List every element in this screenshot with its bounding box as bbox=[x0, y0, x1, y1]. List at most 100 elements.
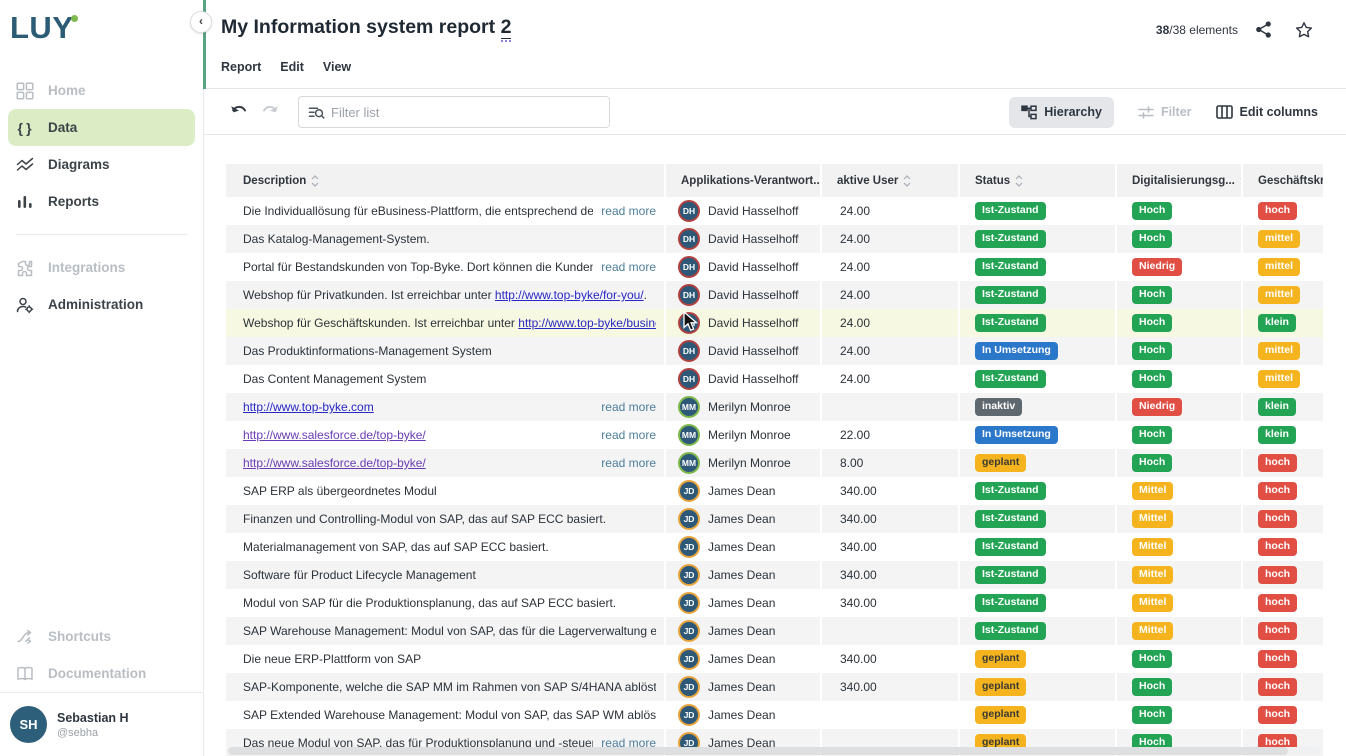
read-more-link[interactable]: read more bbox=[601, 428, 656, 442]
digitalisierung-cell: Hoch bbox=[1115, 337, 1241, 365]
menu-view[interactable]: View bbox=[323, 60, 351, 74]
table-row[interactable]: SAP ERP als übergeordnetes Modul JD Jame… bbox=[226, 477, 1323, 505]
owner-avatar[interactable]: DH bbox=[678, 284, 700, 306]
table-row[interactable]: Finanzen und Controlling-Modul von SAP, … bbox=[226, 505, 1323, 533]
table-row[interactable]: Materialmanagement von SAP, das auf SAP … bbox=[226, 533, 1323, 561]
table-row[interactable]: Das Produktinformations-Management Syste… bbox=[226, 337, 1323, 365]
description-link[interactable]: http://www.top-byke.com bbox=[243, 400, 374, 414]
sidebar-collapse-button[interactable]: ‹ bbox=[190, 11, 212, 33]
sort-icon[interactable] bbox=[311, 175, 319, 187]
owner-avatar[interactable]: JD bbox=[678, 564, 700, 586]
active-users-value: 22.00 bbox=[840, 428, 870, 442]
description-link[interactable]: http://www.salesforce.de/top-byke/ bbox=[243, 428, 426, 442]
owner-avatar[interactable]: JD bbox=[678, 480, 700, 502]
sidebar-item-label: Administration bbox=[48, 297, 143, 312]
owner-avatar[interactable]: JD bbox=[678, 508, 700, 530]
horizontal-scrollbar[interactable] bbox=[228, 747, 1321, 755]
table-row[interactable]: SAP-Komponente, welche die SAP MM im Rah… bbox=[226, 673, 1323, 701]
owner-avatar[interactable]: JD bbox=[678, 648, 700, 670]
table-row[interactable]: Die neue ERP-Plattform von SAP JD James … bbox=[226, 645, 1323, 673]
column-header-active-users[interactable]: aktive User bbox=[820, 164, 958, 197]
owner-avatar[interactable]: MM bbox=[678, 452, 700, 474]
read-more-link[interactable]: read more bbox=[601, 260, 656, 274]
table-row[interactable]: SAP Extended Warehouse Management: Modul… bbox=[226, 701, 1323, 729]
user-avatar[interactable]: SH bbox=[10, 706, 47, 743]
sidebar-item-diagrams[interactable]: Diagrams bbox=[8, 146, 195, 183]
page-title-number[interactable]: 2 bbox=[501, 16, 512, 39]
sidebar-item-shortcuts[interactable]: Shortcuts bbox=[8, 618, 195, 655]
status-badge: Ist-Zustand bbox=[975, 482, 1046, 500]
favorite-star-icon[interactable] bbox=[1294, 20, 1314, 40]
undo-icon[interactable] bbox=[230, 103, 249, 118]
sidebar-item-home[interactable]: Home bbox=[8, 72, 195, 109]
column-header-geschaeftskritikalitaet[interactable]: Geschäftskritik bbox=[1241, 164, 1323, 197]
table-row[interactable]: http://www.salesforce.de/top-byke/ read … bbox=[226, 421, 1323, 449]
description-text: Portal für Bestandskunden von Top-Byke. … bbox=[243, 260, 593, 274]
status-cell: geplant bbox=[958, 449, 1115, 477]
column-header-description[interactable]: Description bbox=[226, 164, 664, 197]
sidebar-item-integrations[interactable]: Integrations bbox=[8, 249, 195, 286]
owner-avatar[interactable]: MM bbox=[678, 424, 700, 446]
sort-icon[interactable] bbox=[1015, 175, 1023, 187]
description-text: SAP ERP als übergeordnetes Modul bbox=[243, 484, 656, 498]
status-badge: In Umsetzung bbox=[975, 342, 1058, 360]
sort-icon[interactable] bbox=[903, 175, 911, 187]
sidebar-item-administration[interactable]: Administration bbox=[8, 286, 195, 323]
table-row[interactable]: SAP Warehouse Management: Modul von SAP,… bbox=[226, 617, 1323, 645]
table-row[interactable]: Webshop für Privatkunden. Ist erreichbar… bbox=[226, 281, 1323, 309]
owner-avatar[interactable]: DH bbox=[678, 368, 700, 390]
status-badge: Ist-Zustand bbox=[975, 286, 1046, 304]
owner-avatar[interactable]: JD bbox=[678, 704, 700, 726]
digitalisierung-badge: Hoch bbox=[1132, 202, 1172, 220]
responsible-cell: JD James Dean bbox=[664, 645, 820, 673]
owner-avatar[interactable]: MM bbox=[678, 396, 700, 418]
owner-avatar[interactable]: JD bbox=[678, 592, 700, 614]
hierarchy-button[interactable]: Hierarchy bbox=[1009, 97, 1114, 128]
owner-avatar[interactable]: JD bbox=[678, 620, 700, 642]
owner-avatar[interactable]: DH bbox=[678, 312, 700, 334]
menu-report[interactable]: Report bbox=[221, 60, 261, 74]
responsible-cell: DH David Hasselhoff bbox=[664, 309, 820, 337]
share-icon[interactable] bbox=[1254, 20, 1274, 40]
user-profile[interactable]: SH Sebastian H @sebha bbox=[0, 692, 203, 756]
active-users-cell bbox=[820, 701, 958, 729]
sidebar-item-label: Diagrams bbox=[48, 157, 110, 172]
owner-avatar[interactable]: DH bbox=[678, 256, 700, 278]
column-header-status[interactable]: Status bbox=[958, 164, 1115, 197]
edit-columns-button[interactable]: Edit columns bbox=[1216, 105, 1318, 119]
table-row[interactable]: Das Content Management System DH David H… bbox=[226, 365, 1323, 393]
description-text: Die neue ERP-Plattform von SAP bbox=[243, 652, 656, 666]
redo-icon[interactable] bbox=[260, 103, 279, 118]
hierarchy-label: Hierarchy bbox=[1044, 105, 1102, 119]
owner-avatar[interactable]: JD bbox=[678, 676, 700, 698]
description-link[interactable]: http://www.salesforce.de/top-byke/ bbox=[243, 456, 426, 470]
table-row[interactable]: http://www.salesforce.de/top-byke/ read … bbox=[226, 449, 1323, 477]
sidebar-item-documentation[interactable]: Documentation bbox=[8, 655, 195, 692]
luy-logo[interactable]: LUY bbox=[10, 10, 203, 54]
description-link[interactable]: http://www.top-byke/business/ bbox=[518, 316, 656, 330]
table-row[interactable]: http://www.top-byke.com read more MM Mer… bbox=[226, 393, 1323, 421]
menu-edit[interactable]: Edit bbox=[280, 60, 304, 74]
column-header-digitalisierung[interactable]: Digitalisierungsg... bbox=[1115, 164, 1241, 197]
sidebar-item-data[interactable]: { } Data bbox=[8, 109, 195, 146]
owner-avatar[interactable]: JD bbox=[678, 536, 700, 558]
table-row[interactable]: Modul von SAP für die Produktionsplanung… bbox=[226, 589, 1323, 617]
read-more-link[interactable]: read more bbox=[601, 204, 656, 218]
filter-list-input[interactable] bbox=[331, 105, 609, 120]
table-row[interactable]: Das Katalog-Management-System. DH David … bbox=[226, 225, 1323, 253]
sidebar-item-reports[interactable]: Reports bbox=[8, 183, 195, 220]
owner-avatar[interactable]: DH bbox=[678, 200, 700, 222]
status-badge: Ist-Zustand bbox=[975, 538, 1046, 556]
owner-avatar[interactable]: DH bbox=[678, 340, 700, 362]
read-more-link[interactable]: read more bbox=[601, 456, 656, 470]
column-header-responsible[interactable]: Applikations-Verantwort... bbox=[664, 164, 820, 197]
read-more-link[interactable]: read more bbox=[601, 400, 656, 414]
table-row[interactable]: Webshop für Geschäftskunden. Ist erreich… bbox=[226, 309, 1323, 337]
owner-avatar[interactable]: DH bbox=[678, 228, 700, 250]
filter-button[interactable]: Filter bbox=[1138, 105, 1192, 119]
description-link[interactable]: http://www.top-byke/for-you/ bbox=[495, 288, 644, 302]
table-row[interactable]: Die Individuallösung für eBusiness-Platt… bbox=[226, 197, 1323, 225]
table-row[interactable]: Software für Product Lifecycle Managemen… bbox=[226, 561, 1323, 589]
table-row[interactable]: Portal für Bestandskunden von Top-Byke. … bbox=[226, 253, 1323, 281]
scrollbar-thumb[interactable] bbox=[228, 747, 1288, 755]
